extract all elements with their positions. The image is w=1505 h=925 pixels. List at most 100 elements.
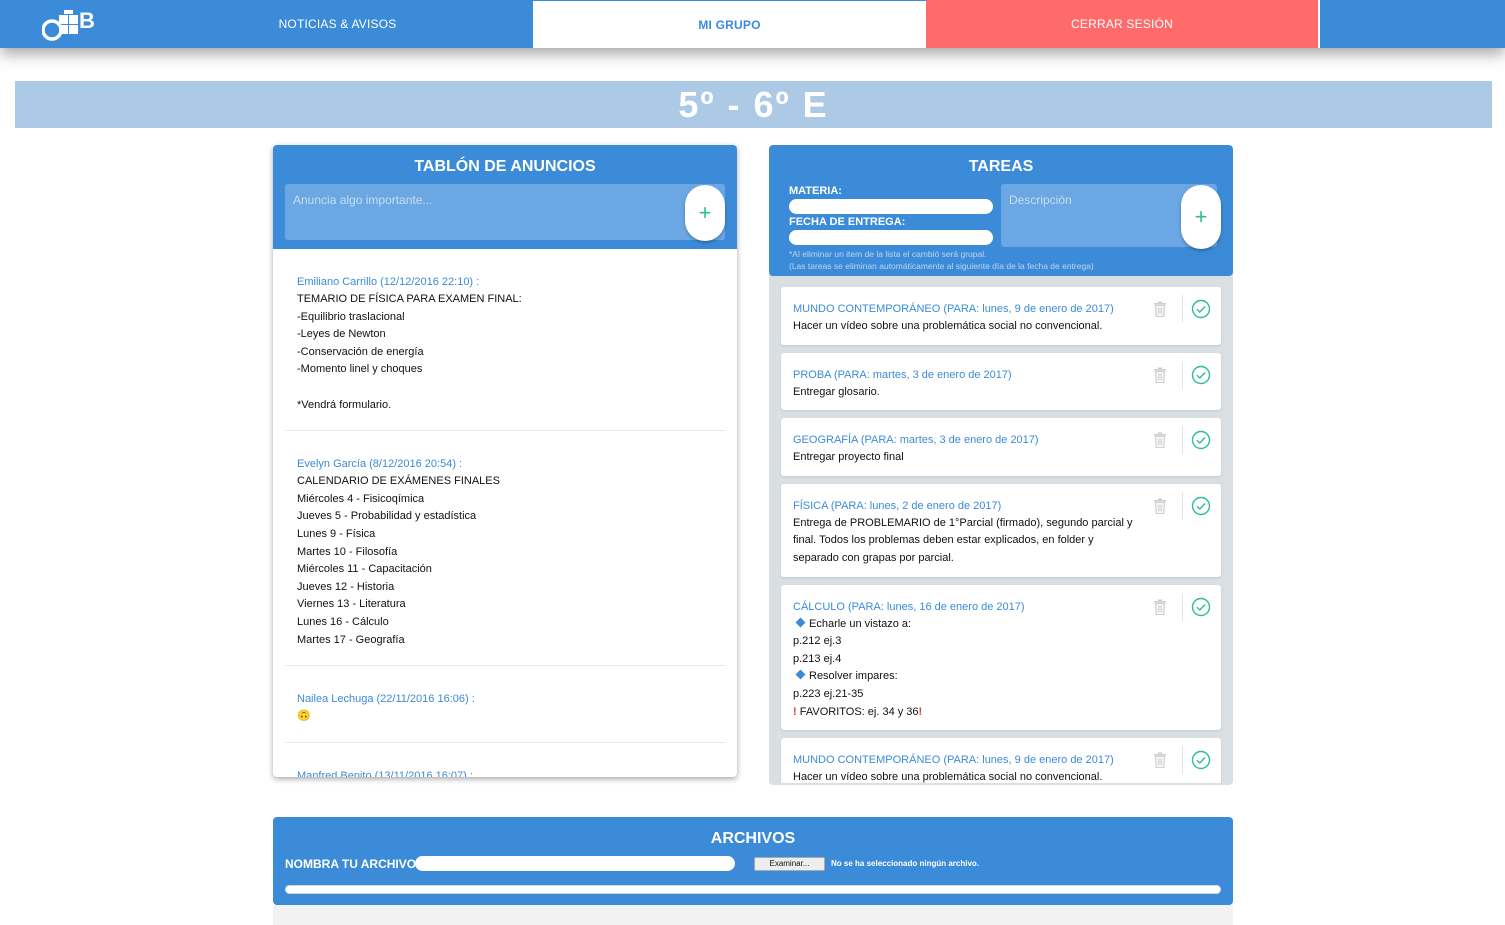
diamond-bullet-icon (795, 617, 806, 628)
nav-divider (1318, 0, 1320, 48)
announcement-text-line: Jueves 12 - Historia (297, 580, 395, 593)
task-text-line: Entregar proyecto final (793, 449, 1141, 467)
task-title: GEOGRAFÍA (PARA: martes, 3 de enero de 2… (793, 434, 1039, 447)
task-text: separado con grapas por parcial. (793, 551, 954, 564)
delete-task-trash-icon[interactable] (1153, 366, 1167, 383)
tasks-list[interactable]: MUNDO CONTEMPORÁNEO (PARA: lunes, 9 de e… (769, 287, 1233, 783)
complete-task-check-icon[interactable] (1191, 365, 1211, 385)
complete-task-check-icon[interactable] (1191, 750, 1211, 770)
task-action-divider (1182, 746, 1183, 775)
task-title: MUNDO CONTEMPORÁNEO (PARA: lunes, 9 de e… (793, 754, 1114, 767)
announcement-text-line: TEMARIO DE FÍSICA PARA EXAMEN FINAL: (297, 293, 522, 305)
task-text-line: Hacer un vídeo sobre una problemática so… (793, 318, 1141, 336)
subject-label: MATERIA: (789, 185, 842, 197)
task-text: Entrega de PROBLEMARIO de 1°Parcial (fir… (793, 516, 1133, 529)
task-card: PROBA (PARA: martes, 3 de enero de 2017)… (781, 352, 1221, 411)
tasks-header: TAREAS MATERIA: FECHA DE ENTREGA: + *Al … (769, 145, 1233, 276)
delete-task-trash-icon[interactable] (1153, 301, 1167, 318)
task-text: Entregar glosario. (793, 385, 880, 398)
task-text-line: final. Todos los problemas deben estar e… (793, 532, 1141, 550)
upload-progress-bar (285, 885, 1221, 894)
task-note-group: *Al eliminar un item de la lista el camb… (789, 249, 987, 259)
announcement-text-line: -Conservación de energía (297, 345, 424, 358)
diamond-bullet-icon (795, 669, 806, 680)
announcements-panel: TABLÓN DE ANUNCIOS + Emiliano Carrillo (… (273, 145, 737, 777)
announcement-author: Nailea Lechuga (22/11/2016 16:06) : (297, 693, 475, 706)
announcement-item: Manfred Benito (13/11/2016 16:07) :¡Bron… (285, 743, 725, 777)
add-announcement-button[interactable]: + (685, 185, 725, 241)
task-card: CÁLCULO (PARA: lunes, 16 de enero de 201… (781, 584, 1221, 731)
ceb-logo-icon[interactable]: B (42, 6, 100, 42)
no-file-selected-text: No se ha seleccionado ningún archivo. (831, 859, 980, 868)
delete-task-trash-icon[interactable] (1153, 498, 1167, 514)
announcement-text-line: Martes 17 - Geografía (297, 633, 405, 646)
group-title: 5º - 6º E (15, 81, 1492, 128)
nav-my-group-tab[interactable]: MI GRUPO (533, 0, 926, 48)
task-text-line: ! FAVORITOS: ej. 34 y 36! (793, 704, 1141, 722)
task-text: p.223 ej.21-35 (793, 687, 864, 700)
task-text: Hacer un vídeo sobre una problemática so… (793, 320, 1103, 332)
task-action-divider (1182, 592, 1183, 621)
complete-task-check-icon[interactable] (1191, 299, 1211, 319)
announcement-author: Emiliano Carrillo (12/12/2016 22:10) : (297, 276, 480, 288)
delete-task-trash-icon[interactable] (1153, 598, 1167, 615)
task-text-line: Resolver impares: (793, 668, 1141, 686)
task-text: final. Todos los problemas deben estar e… (793, 534, 1094, 547)
task-text: p.213 ej.4 (793, 652, 842, 665)
file-name-label: NOMBRA TU ARCHIVO: (285, 857, 421, 871)
subject-input[interactable] (789, 199, 993, 214)
task-title: CÁLCULO (PARA: lunes, 16 de enero de 201… (793, 600, 1025, 613)
complete-task-check-icon[interactable] (1191, 430, 1211, 450)
announcement-text-line: Viernes 13 - Literatura (297, 598, 406, 611)
announcement-text-line: Lunes 9 - Física (297, 527, 376, 540)
due-date-input[interactable] (789, 230, 993, 245)
task-text-line: p.213 ej.4 (793, 651, 1141, 669)
task-text-line: Entrega de PROBLEMARIO de 1°Parcial (fir… (793, 515, 1141, 533)
top-navigation: B NOTICIAS & AVISOS MI GRUPO CERRAR SESI… (0, 0, 1505, 48)
task-action-divider (1182, 426, 1183, 455)
announcements-title: TABLÓN DE ANUNCIOS (414, 158, 596, 175)
delete-task-trash-icon[interactable] (1153, 432, 1167, 449)
task-title: MUNDO CONTEMPORÁNEO (PARA: lunes, 9 de e… (793, 303, 1114, 315)
browse-file-button[interactable]: Examinar... (754, 857, 825, 871)
announcement-input[interactable] (285, 184, 725, 240)
announcement-item: Emiliano Carrillo (12/12/2016 22:10) : TE… (285, 249, 725, 432)
announcement-text-line: Miércoles 11 - Capacitación (297, 563, 432, 576)
announcement-author: Evelyn García (8/12/2016 20:54) : (297, 458, 463, 471)
announcement-text-line: -Momento linel y choques (297, 363, 423, 376)
task-text-line: Echarle un vistazo a: (793, 616, 1141, 634)
announcement-text-line: -Equilibrio traslacional (297, 310, 405, 323)
task-title: FÍSICA (PARA: lunes, 2 de enero de 2017) (793, 499, 1002, 512)
file-name-input[interactable] (415, 856, 735, 871)
task-text: p.212 ej.3 (793, 635, 842, 648)
task-card: FÍSICA (PARA: lunes, 2 de enero de 2017)… (781, 483, 1221, 577)
announcements-list[interactable]: Emiliano Carrillo (12/12/2016 22:10) : TE… (273, 249, 737, 777)
task-text: Echarle un vistazo a: (809, 617, 912, 630)
complete-task-check-icon[interactable] (1191, 597, 1211, 617)
announcement-text-line (297, 379, 713, 397)
nav-news-tab[interactable]: NOTICIAS & AVISOS (142, 0, 533, 48)
task-text-line: p.212 ej.3 (793, 633, 1141, 651)
announcement-text-line: 🙃 (297, 710, 311, 723)
complete-task-check-icon[interactable] (1191, 496, 1211, 516)
task-action-divider (1182, 491, 1183, 520)
delete-task-trash-icon[interactable] (1153, 752, 1167, 769)
exclamation-icon: ! (918, 705, 923, 718)
add-task-button[interactable]: + (1181, 185, 1221, 249)
task-text-line: Entregar glosario. (793, 384, 1141, 402)
files-title: ARCHIVOS (710, 830, 796, 847)
announcement-text-line: Lunes 16 - Cálculo (297, 615, 389, 628)
task-text-line: p.223 ej.21-35 (793, 686, 1141, 704)
files-list-area (273, 905, 1233, 925)
files-panel: ARCHIVOS NOMBRA TU ARCHIVO: Examinar... … (273, 817, 1233, 905)
exclamation-icon: ! (793, 705, 800, 718)
announcement-text-line: CALENDARIO DE EXÁMENES FINALES (297, 475, 500, 488)
announcement-text-line: Miércoles 4 - Fisicoqímica (297, 492, 425, 505)
task-text: Resolver impares: (809, 670, 898, 683)
task-card: GEOGRAFÍA (PARA: martes, 3 de enero de 2… (781, 418, 1221, 476)
logout-button[interactable]: CERRAR SESIÓN (926, 0, 1318, 48)
announcement-text-line: Jueves 5 - Probabilidad y estadística (297, 510, 477, 523)
announcement-item: Nailea Lechuga (22/11/2016 16:06) : 🙃 (285, 666, 725, 743)
task-text: Entregar proyecto final (793, 451, 904, 464)
task-title: PROBA (PARA: martes, 3 de enero de 2017) (793, 368, 1012, 381)
